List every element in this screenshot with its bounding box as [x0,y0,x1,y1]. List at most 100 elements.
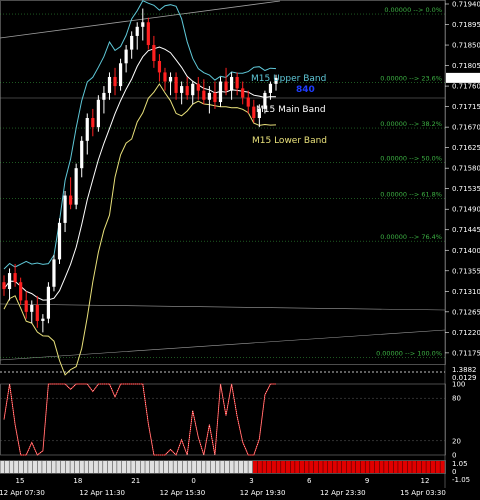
candle-body [180,86,184,93]
price-tick-label: 0.71850 [452,42,480,50]
x-tick-label: 12 [421,477,430,485]
x-date-label: 15 Apr 03:30 [400,489,446,497]
histogram-bar [229,461,234,473]
histogram-bar [84,461,89,473]
histogram-bar [337,461,342,473]
candle-body [168,76,173,82]
stoch-tick-label: 80 [452,395,461,403]
histogram-bar [126,461,131,473]
candle-body [252,106,256,119]
main-price-panel [0,0,446,365]
histogram-bar [379,461,384,473]
trend-line [0,303,446,311]
candle-body [213,92,217,103]
candle-body [246,97,250,107]
main-band-label: M15 Main Band [256,105,326,115]
candle-body [24,300,28,312]
fib-label: 0.00000 --> 23.6% [380,74,442,82]
candle-body [196,83,200,91]
histogram-bar [178,461,183,473]
x-tick-label: 21 [131,477,140,485]
stoch-frame [0,383,446,456]
histogram-bar [159,461,164,473]
histogram-bar [370,461,375,473]
side-label: 1.3882 [452,366,477,374]
histogram-bar [14,461,19,473]
candle-body [130,35,134,50]
x-tick-label: 9 [365,477,369,485]
price-tick-label: 0.71400 [452,247,480,255]
histogram-bar [295,461,300,473]
histogram-bar [163,461,169,473]
histogram-bar [192,461,197,473]
histogram-bar [46,461,52,473]
candle-body [191,83,195,96]
histogram-bar [234,461,239,473]
x-tick-label: 6 [307,477,312,485]
histogram-bar [210,461,216,473]
candle-body [63,195,67,223]
candle-body [241,88,245,98]
histogram-bar [267,461,272,473]
histogram-bar [435,461,440,473]
histogram-bar [196,461,202,473]
price-tick-label: 0.71535 [452,185,480,193]
price-tick-label: 0.71175 [452,349,480,357]
candle-body [135,26,139,36]
x-date-label: 12 Apr 07:30 [0,489,45,497]
stoch-tick-label: 20 [452,437,461,445]
histogram-bar [407,461,412,473]
price-tick-label: 0.71265 [452,308,480,316]
candle-body [85,118,89,141]
upper-band-label: M15 Upper Band [251,74,326,84]
stoch-main-line [3,383,276,456]
histogram-bar [224,461,230,473]
candle-body [52,259,56,287]
histogram-bar [412,461,417,473]
x-date-label: 12 Apr 19:30 [240,489,286,497]
histogram-bar [430,461,436,473]
histogram-bar [145,461,150,473]
candle-body [41,318,45,321]
side-label: 0.0129 [452,374,477,382]
candle-body [163,72,167,82]
histogram-bar [65,461,70,473]
histogram-bar [112,461,117,473]
histogram-bar [243,461,248,473]
histogram-bar [416,461,422,473]
side-label: 0 [452,468,456,476]
histogram-bar [18,461,24,473]
histogram-bar [276,461,281,473]
x-tick-label: 18 [73,477,82,485]
band-labels: M15 Upper Band 840 M15 Main Band M15 Low… [251,74,327,146]
candle-body [124,49,128,64]
histogram-bar [9,461,14,473]
main-frame [0,0,446,365]
histogram-bar [290,461,295,473]
histogram-bar [299,461,305,473]
histogram-bar [220,461,225,473]
histogram-bar [388,461,394,473]
histogram-bar [262,461,267,473]
price-tick-label: 0.71625 [452,144,480,152]
candle-body [118,63,123,87]
lower-band-line [3,83,277,376]
histogram-bar [23,461,28,473]
candle-body [218,81,223,103]
histogram-bar [70,461,75,473]
histogram-bar [121,461,127,473]
price-tick-label: 0.71580 [452,165,480,173]
price-tick-label: 0.71220 [452,329,480,337]
price-tick-label: 0.71805 [452,62,480,70]
side-label: 1.05 [452,460,468,468]
candle-body [152,45,156,62]
histogram-bar [206,461,211,473]
histogram-bar [351,461,356,473]
histogram-bar [140,461,145,473]
candle-body [174,76,178,93]
histogram-bar [360,461,365,473]
time-axis: 15 18 21 0 3 6 9 12 12 Apr 07:30 12 Apr 11:30 12 A… [0,477,446,497]
price-tick-label: 0.71895 [452,21,480,29]
upper-band-line [3,0,277,270]
histogram-bar [168,461,173,473]
